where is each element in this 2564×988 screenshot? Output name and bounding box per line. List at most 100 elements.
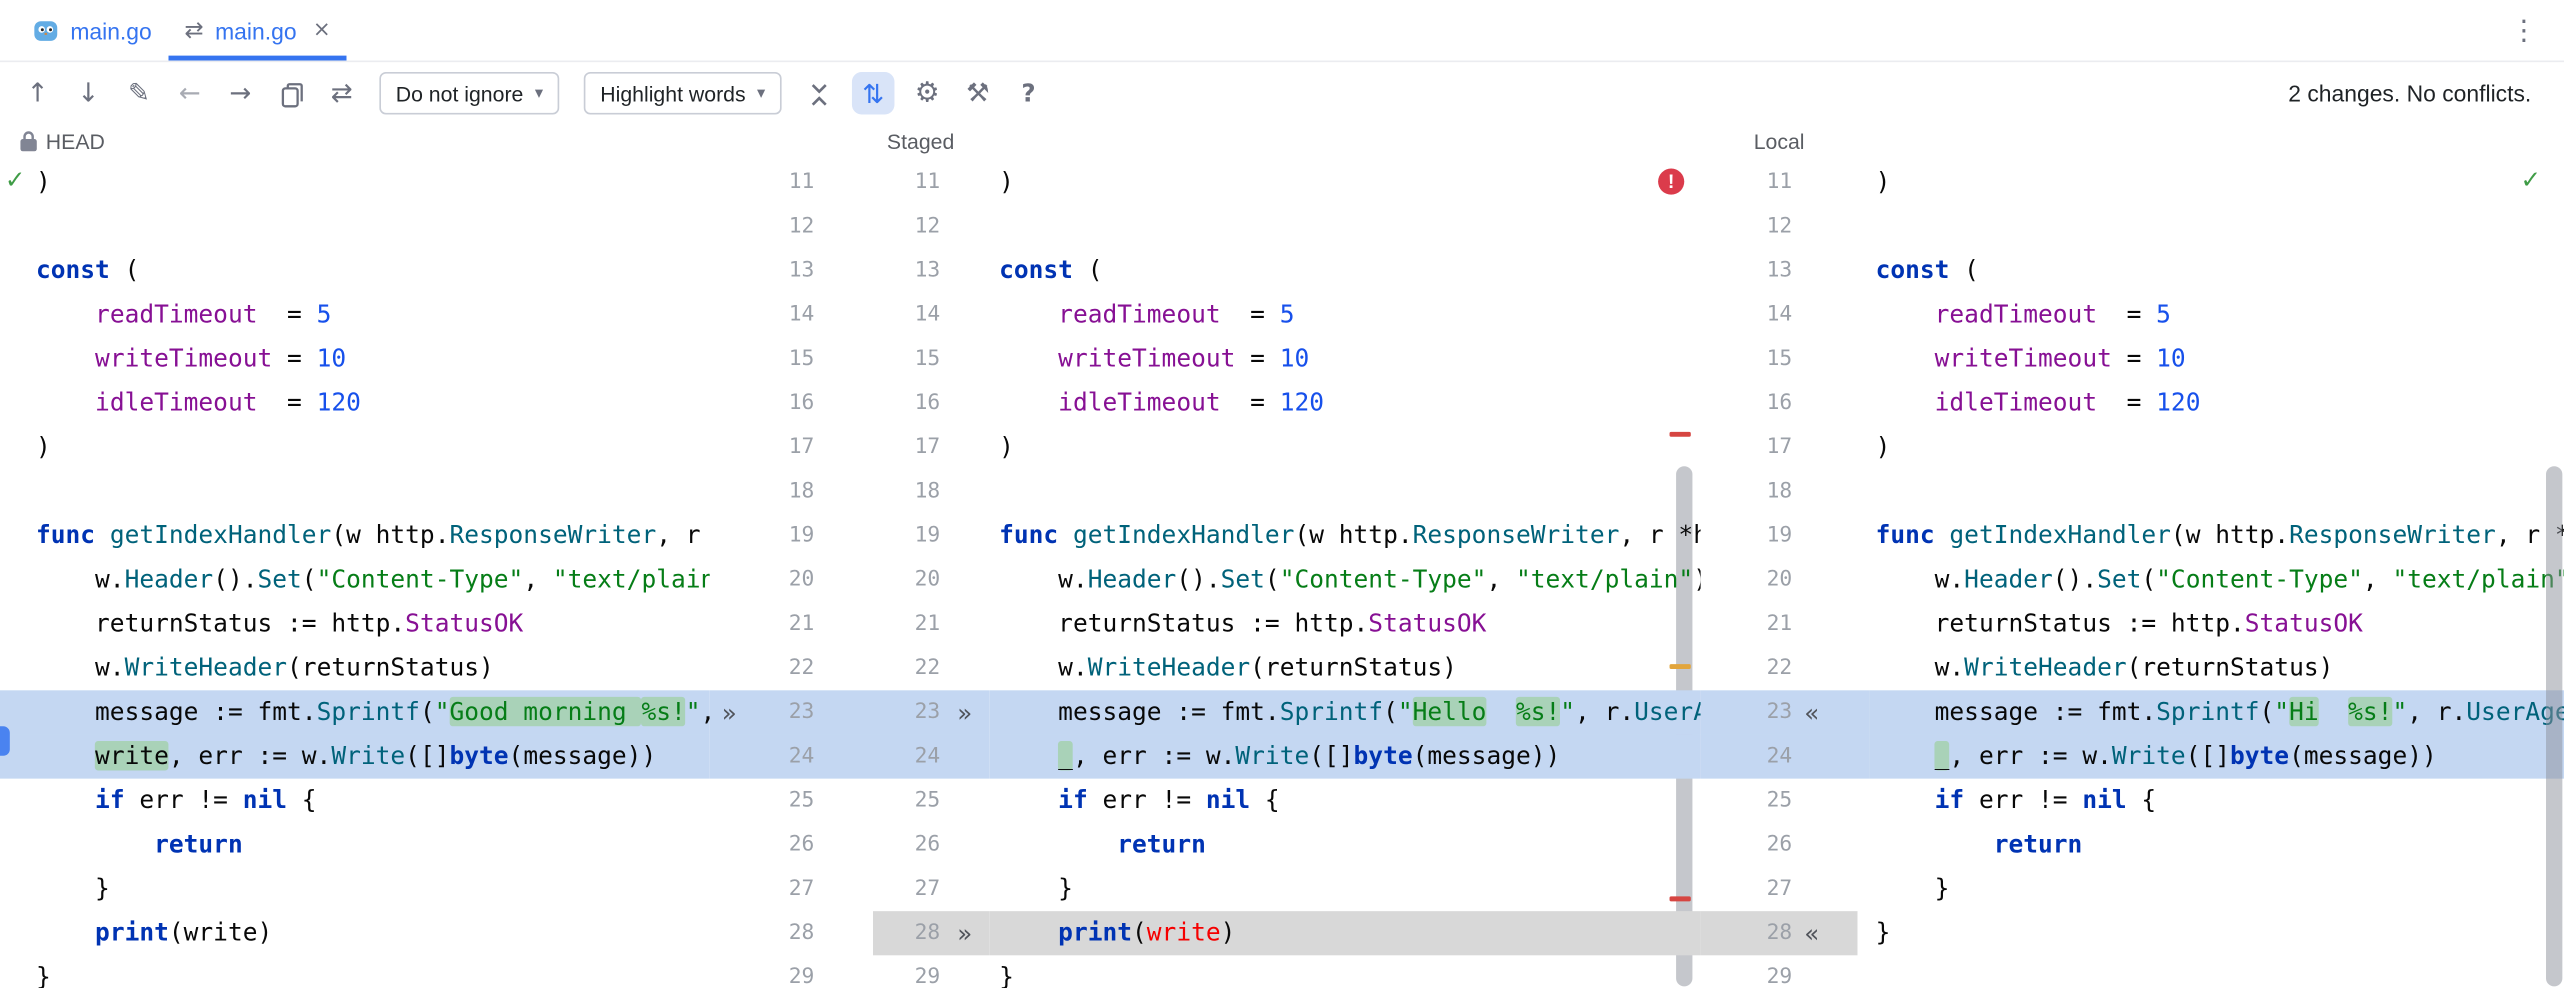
- code-line[interactable]: returnStatus := http.StatusOK: [1869, 602, 2564, 646]
- help-icon[interactable]: ?: [1011, 74, 1047, 113]
- code-line[interactable]: }: [0, 955, 710, 988]
- ignore-policy-dropdown[interactable]: Do not ignore ▾: [379, 72, 559, 115]
- edit-icon[interactable]: ✎: [121, 74, 157, 113]
- code-line[interactable]: [0, 469, 710, 513]
- code-line[interactable]: idleTimeout = 120: [0, 381, 710, 425]
- code-line[interactable]: print(write): [0, 911, 710, 955]
- code-line[interactable]: const (: [0, 249, 710, 293]
- code-line[interactable]: )!: [989, 160, 1700, 204]
- tab-merge-main-go[interactable]: ⇄ main.go ×: [168, 0, 347, 61]
- swap-sides-icon[interactable]: ⇄: [324, 74, 360, 113]
- code-line[interactable]: w.WriteHeader(returnStatus): [0, 646, 710, 690]
- settings-gear-icon[interactable]: ⚙: [909, 74, 945, 113]
- code-line[interactable]: writeTimeout = 10: [1869, 337, 2564, 381]
- apply-change-chevron-icon[interactable]: »: [940, 919, 989, 948]
- code-line[interactable]: return: [989, 823, 1700, 867]
- line-number: 13: [875, 258, 940, 283]
- code-line[interactable]: }: [1869, 911, 2564, 955]
- code-line[interactable]: ): [1869, 425, 2564, 469]
- code-line[interactable]: message := fmt.Sprintf("Hello %s!", r.Us…: [989, 690, 1700, 734]
- code-token: (: [420, 697, 435, 726]
- synchronize-scrolling-icon[interactable]: ⇅: [852, 72, 895, 115]
- code-line[interactable]: if err != nil {: [0, 779, 710, 823]
- code-line[interactable]: writeTimeout = 10: [989, 337, 1700, 381]
- apply-right-change-chevron-icon[interactable]: «: [1792, 698, 1831, 727]
- next-change-icon[interactable]: ↓: [70, 74, 106, 113]
- code-line[interactable]: ): [989, 425, 1700, 469]
- forward-icon[interactable]: →: [222, 74, 258, 113]
- code-line[interactable]: const (: [989, 249, 1700, 293]
- collapse-unchanged-icon[interactable]: [801, 74, 837, 113]
- pane-head-editor[interactable]: ) const ( readTimeout = 5 writeTimeout = …: [0, 160, 710, 988]
- code-line[interactable]: readTimeout = 5: [1869, 293, 2564, 337]
- code-line[interactable]: idleTimeout = 120: [989, 381, 1700, 425]
- apply-change-chevron-icon[interactable]: »: [940, 698, 989, 727]
- code-line[interactable]: print(write): [989, 911, 1700, 955]
- code-line[interactable]: if err != nil {: [989, 779, 1700, 823]
- code-line[interactable]: _, err := w.Write([]byte(message)): [989, 734, 1700, 778]
- code-line[interactable]: }: [1869, 867, 2564, 911]
- code-line[interactable]: [989, 204, 1700, 248]
- pane-staged-editor[interactable]: )! const ( readTimeout = 5 writeTimeout =…: [989, 160, 1700, 988]
- line-number: 12: [1701, 214, 1793, 239]
- code-line[interactable]: w.Header().Set("Content-Type", "text/pla…: [1869, 558, 2564, 602]
- highlight-policy-dropdown[interactable]: Highlight words ▾: [584, 72, 782, 115]
- code-line[interactable]: }: [989, 955, 1700, 988]
- code-token: const: [999, 255, 1073, 284]
- code-line[interactable]: func getIndexHandler(w http.ResponseWrit…: [1869, 514, 2564, 558]
- code-line[interactable]: readTimeout = 5: [989, 293, 1700, 337]
- code-line[interactable]: ): [0, 425, 710, 469]
- tab-main-go[interactable]: main.go: [16, 0, 168, 61]
- code-line[interactable]: ): [0, 160, 710, 204]
- resolve-conflicts-icon[interactable]: ⚒: [960, 74, 996, 113]
- code-line[interactable]: readTimeout = 5: [0, 293, 710, 337]
- code-line[interactable]: [1869, 955, 2564, 988]
- code-line[interactable]: w.WriteHeader(returnStatus): [1869, 646, 2564, 690]
- more-options-icon[interactable]: ⋮: [2510, 14, 2564, 47]
- line-number: 23: [1701, 700, 1793, 725]
- copy-icon[interactable]: [273, 74, 309, 113]
- code-token: ().: [213, 564, 257, 593]
- code-token: %s!: [641, 697, 685, 726]
- code-line[interactable]: return: [1869, 823, 2564, 867]
- code-line[interactable]: write, err := w.Write([]byte(message)): [0, 734, 710, 778]
- code-line[interactable]: [0, 204, 710, 248]
- apply-left-change-chevron-icon[interactable]: »: [710, 698, 749, 727]
- code-line[interactable]: idleTimeout = 120: [1869, 381, 2564, 425]
- gutter-row: 29: [1701, 955, 1869, 988]
- code-line[interactable]: [1869, 204, 2564, 248]
- apply-right-change-chevron-icon[interactable]: «: [1792, 919, 1831, 948]
- code-token: ): [1221, 918, 1236, 947]
- code-line[interactable]: _, err := w.Write([]byte(message)): [1869, 734, 2564, 778]
- line-number: 16: [875, 391, 940, 416]
- code-line[interactable]: func getIndexHandler(w http.ResponseWrit…: [0, 514, 710, 558]
- code-line[interactable]: returnStatus := http.StatusOK: [0, 602, 710, 646]
- code-token: ,: [2363, 564, 2393, 593]
- previous-change-icon[interactable]: ↑: [20, 74, 56, 113]
- code-line[interactable]: w.WriteHeader(returnStatus): [989, 646, 1700, 690]
- code-line[interactable]: ): [1869, 160, 2564, 204]
- code-line[interactable]: const (: [1869, 249, 2564, 293]
- code-line[interactable]: }: [0, 867, 710, 911]
- code-token: ResponseWriter: [1413, 520, 1620, 549]
- back-icon[interactable]: ←: [172, 74, 208, 113]
- code-token: _: [1935, 741, 1950, 770]
- code-line[interactable]: message := fmt.Sprintf("Hi %s!", r.UserA…: [1869, 690, 2564, 734]
- code-line[interactable]: if err != nil {: [1869, 779, 2564, 823]
- code-line[interactable]: [1869, 469, 2564, 513]
- code-line[interactable]: return: [0, 823, 710, 867]
- code-token: [36, 918, 95, 947]
- code-line[interactable]: writeTimeout = 10: [0, 337, 710, 381]
- code-line[interactable]: w.Header().Set("Content-Type", "text/pla…: [0, 558, 710, 602]
- code-line[interactable]: w.Header().Set("Content-Type", "text/pla…: [989, 558, 1700, 602]
- code-line[interactable]: message := fmt.Sprintf("Good morning %s!…: [0, 690, 710, 734]
- close-tab-icon[interactable]: ×: [313, 18, 331, 43]
- local-scrollbar-thumb[interactable]: [2546, 466, 2562, 986]
- pane-local-editor[interactable]: ) const ( readTimeout = 5 writeTimeout = …: [1869, 160, 2564, 988]
- code-line[interactable]: func getIndexHandler(w http.ResponseWrit…: [989, 514, 1700, 558]
- code-line[interactable]: }: [989, 867, 1700, 911]
- line-number: 27: [1701, 877, 1793, 902]
- code-token: w.: [36, 564, 125, 593]
- code-line[interactable]: returnStatus := http.StatusOK: [989, 602, 1700, 646]
- code-line[interactable]: [989, 469, 1700, 513]
